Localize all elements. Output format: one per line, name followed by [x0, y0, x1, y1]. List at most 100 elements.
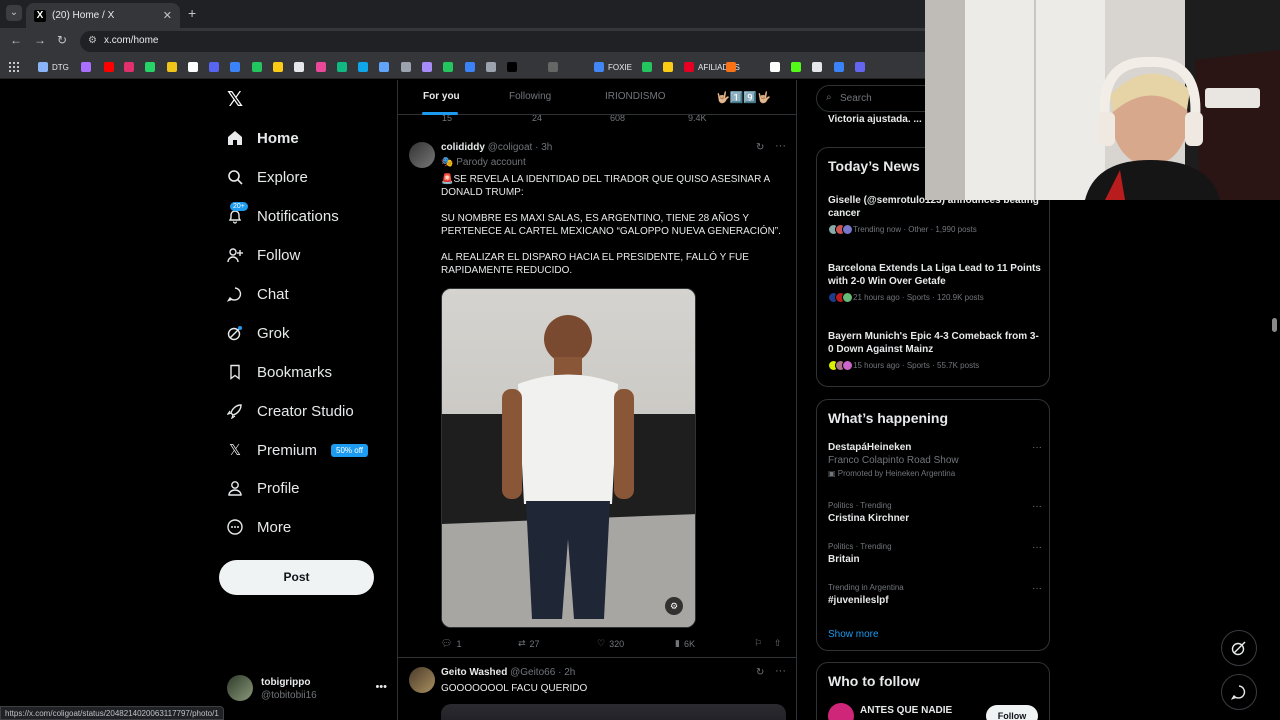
- account-switcher[interactable]: tobigrippo @tobitobii16 •••: [227, 675, 387, 705]
- bookmark-item[interactable]: [855, 60, 865, 74]
- bookmark-item[interactable]: [337, 60, 347, 74]
- bookmark-item[interactable]: [726, 60, 736, 74]
- avatar[interactable]: [409, 142, 435, 168]
- bookmark-item[interactable]: [167, 60, 177, 74]
- tab-for-you[interactable]: For you: [423, 91, 460, 102]
- tweet-more-icon[interactable]: ···: [775, 140, 786, 152]
- forward-arrow-icon[interactable]: →: [34, 33, 46, 47]
- bookmark-item[interactable]: [401, 60, 411, 74]
- bookmark-item[interactable]: [104, 60, 114, 74]
- bookmark-item[interactable]: [642, 60, 652, 74]
- tweet-author-handle[interactable]: @coligoat: [488, 142, 533, 153]
- x-logo-icon[interactable]: 𝕏: [227, 90, 247, 110]
- nav-grok[interactable]: Grok: [227, 320, 290, 346]
- share-button[interactable]: ⇧: [774, 638, 782, 649]
- grok-explain-icon[interactable]: ↻: [756, 667, 764, 678]
- bookmark-item[interactable]: [316, 60, 326, 74]
- bookmark-item[interactable]: [209, 60, 219, 74]
- trend-item[interactable]: DestapáHeineken Franco Colapinto Road Sh…: [828, 442, 1042, 478]
- repost-button[interactable]: ⇄ 27: [518, 638, 540, 649]
- nav-more[interactable]: More: [227, 514, 291, 540]
- nav-profile[interactable]: Profile: [227, 475, 300, 501]
- tweet[interactable]: colididdy @coligoat · 3h ↻ ··· 🎭 Parody …: [398, 133, 796, 658]
- bookmark-item[interactable]: [770, 60, 780, 74]
- back-arrow-icon[interactable]: ←: [10, 33, 22, 47]
- browser-tab[interactable]: X (20) Home / X ✕: [26, 3, 180, 28]
- site-info-icon[interactable]: ⚙: [88, 35, 97, 46]
- reload-icon[interactable]: ↻: [57, 33, 67, 47]
- bookmark-item[interactable]: [465, 60, 475, 74]
- bookmark-item[interactable]: [379, 60, 389, 74]
- bookmark-item[interactable]: [812, 60, 822, 74]
- news-item[interactable]: Barcelona Extends La Liga Lead to 11 Poi…: [828, 262, 1042, 303]
- bookmark-item[interactable]: [145, 60, 155, 74]
- trend-more-icon[interactable]: ···: [1032, 583, 1042, 594]
- tab-following[interactable]: Following: [509, 91, 551, 102]
- views-button[interactable]: ▮ 6K: [675, 638, 695, 649]
- tweet-photo[interactable]: ⚙: [441, 288, 696, 628]
- grok-explain-icon[interactable]: ↻: [756, 142, 764, 153]
- messages-float-button[interactable]: [1221, 674, 1257, 710]
- bookmark-item[interactable]: [124, 60, 134, 74]
- url-field[interactable]: ⚙ x.com/home: [80, 31, 925, 52]
- tab-iriondismo[interactable]: IRIONDISMO: [605, 91, 666, 102]
- bookmark-item[interactable]: FOXIE: [594, 60, 632, 74]
- nav-premium[interactable]: 𝕏 Premium 50% off: [227, 437, 368, 463]
- tweet-more-icon[interactable]: ···: [775, 665, 786, 677]
- bookmark-item[interactable]: [358, 60, 368, 74]
- reply-button[interactable]: 💬︎ 1: [441, 638, 461, 649]
- avatar[interactable]: [828, 703, 854, 720]
- tweet-time[interactable]: 2h: [564, 667, 575, 678]
- avatar[interactable]: [409, 667, 435, 693]
- bookmark-item[interactable]: [81, 60, 91, 74]
- post-button[interactable]: Post: [219, 560, 374, 595]
- nav-follow[interactable]: Follow: [227, 242, 300, 268]
- trend-item[interactable]: Trending in Argentina #juvenileslpf ···: [828, 583, 1042, 606]
- bookmark-item[interactable]: [791, 60, 801, 74]
- bookmark-item[interactable]: [486, 60, 496, 74]
- bookmark-item[interactable]: [273, 60, 283, 74]
- bookmark-item[interactable]: [507, 60, 517, 74]
- bookmark-item[interactable]: [422, 60, 432, 74]
- tweet-time[interactable]: 3h: [541, 142, 552, 153]
- nav-creator-studio[interactable]: Creator Studio: [227, 398, 354, 424]
- account-more-icon[interactable]: •••: [375, 681, 387, 693]
- follow-button[interactable]: Follow: [986, 705, 1038, 720]
- trend-more-icon[interactable]: ···: [1032, 442, 1042, 453]
- grok-float-button[interactable]: [1221, 630, 1257, 666]
- bookmark-button[interactable]: ⚐: [754, 638, 762, 649]
- bookmark-item[interactable]: [188, 60, 198, 74]
- bookmark-item[interactable]: [294, 60, 304, 74]
- tab-search-chevron-icon[interactable]: ⌄: [6, 5, 22, 21]
- nav-bookmarks[interactable]: Bookmarks: [227, 359, 332, 385]
- show-more-link[interactable]: Show more: [828, 629, 879, 640]
- nav-explore[interactable]: Explore: [227, 164, 308, 190]
- new-tab-plus-icon[interactable]: +: [188, 5, 196, 21]
- nav-chat[interactable]: Chat: [227, 281, 289, 307]
- page-scrollbar-thumb[interactable]: [1272, 318, 1277, 332]
- tweet-author-name[interactable]: colididdy: [441, 142, 485, 153]
- bookmark-item[interactable]: [252, 60, 262, 74]
- bookmark-item[interactable]: [548, 60, 558, 74]
- nav-notifications[interactable]: 20+ Notifications: [227, 202, 339, 229]
- apps-grid-icon[interactable]: [9, 60, 19, 74]
- tab-emoji-list[interactable]: 🤟🏼1️⃣9️⃣🤟🏼: [716, 91, 771, 104]
- tweet-media[interactable]: [441, 704, 786, 720]
- bookmark-item[interactable]: [663, 60, 673, 74]
- news-item[interactable]: Giselle (@semrotulo123) announces beatin…: [828, 194, 1042, 235]
- tweet[interactable]: Geito Washed @Geito66 · 2h ↻ ··· GOOOOOO…: [398, 658, 796, 720]
- trend-item[interactable]: Politics · Trending Cristina Kirchner ··…: [828, 501, 1042, 524]
- nav-home[interactable]: Home: [227, 125, 299, 151]
- bookmark-item[interactable]: [443, 60, 453, 74]
- previous-trend-text[interactable]: Victoria ajustada. ...: [828, 114, 922, 125]
- bookmark-item[interactable]: [230, 60, 240, 74]
- bookmark-item[interactable]: [834, 60, 844, 74]
- tab-close-icon[interactable]: ✕: [163, 9, 172, 22]
- trend-more-icon[interactable]: ···: [1032, 501, 1042, 512]
- news-item[interactable]: Bayern Munich's Epic 4-3 Comeback from 3…: [828, 330, 1042, 371]
- suggested-account-name[interactable]: ANTES QUE NADIE: [860, 705, 952, 716]
- trend-item[interactable]: Politics · Trending Britain ···: [828, 542, 1042, 565]
- tweet-author-handle[interactable]: @Geito66: [510, 667, 555, 678]
- tweet-author-name[interactable]: Geito Washed: [441, 667, 507, 678]
- bookmark-item[interactable]: DTG: [38, 60, 69, 74]
